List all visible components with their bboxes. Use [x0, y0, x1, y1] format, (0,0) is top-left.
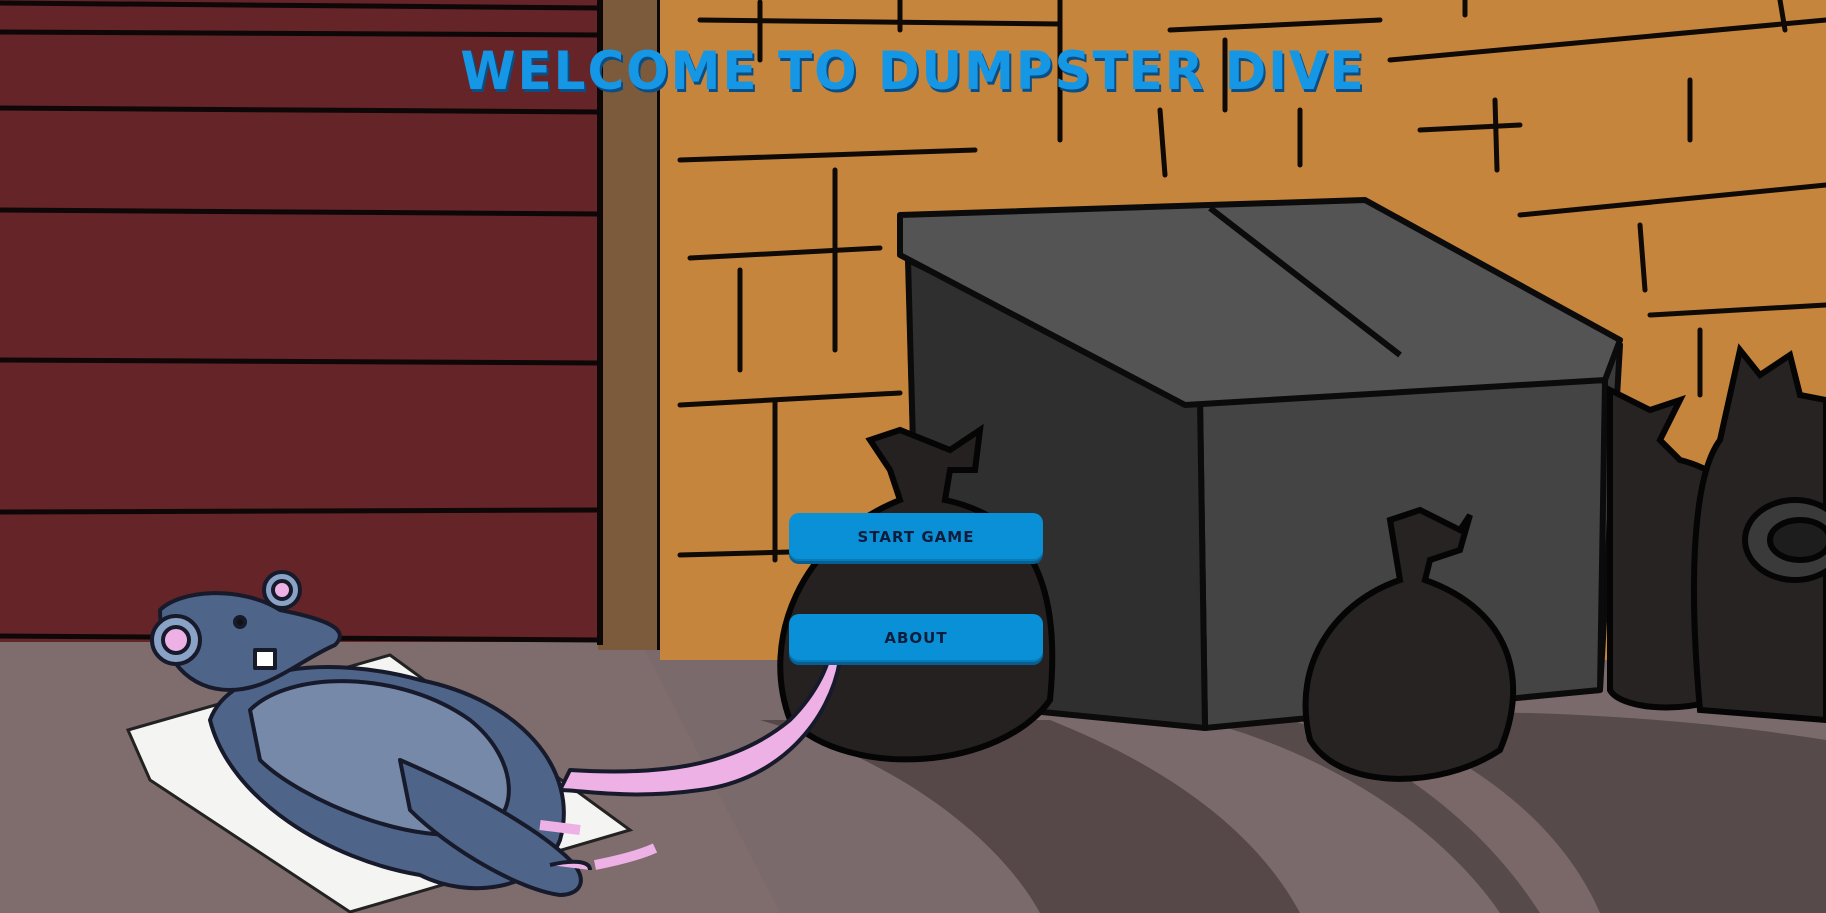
alley-background	[0, 0, 1826, 913]
about-button[interactable]: About	[789, 614, 1043, 662]
game-title: Welcome to Dumpster Dive	[460, 40, 1366, 102]
start-game-button[interactable]: Start Game	[789, 513, 1043, 561]
